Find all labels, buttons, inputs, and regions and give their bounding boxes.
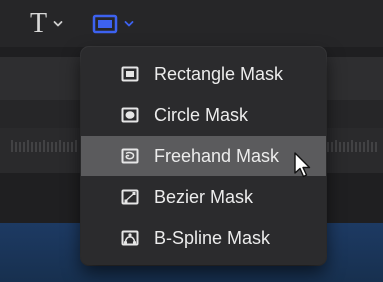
text-tool-button[interactable]: T [30, 10, 63, 38]
chevron-down-icon [124, 21, 134, 27]
menu-item-bezier-mask[interactable]: Bezier Mask [81, 177, 326, 217]
menu-item-freehand-mask[interactable]: Freehand Mask [81, 136, 326, 176]
freehand-mask-icon [121, 148, 139, 164]
toolbar: T [0, 0, 383, 47]
mask-tool-button[interactable] [92, 10, 134, 38]
mask-dropdown-menu: Rectangle Mask Circle Mask Freehand Mask… [81, 47, 326, 265]
chevron-down-icon [53, 21, 63, 27]
menu-item-label: Bezier Mask [154, 187, 254, 207]
menu-item-label: Freehand Mask [154, 146, 280, 166]
menu-item-label: Rectangle Mask [154, 64, 284, 84]
menu-item-rectangle-mask[interactable]: Rectangle Mask [81, 54, 326, 94]
rectangle-mask-tool-icon [92, 14, 118, 34]
menu-item-bspline-mask[interactable]: B-Spline Mask [81, 218, 326, 258]
bezier-mask-icon [121, 189, 139, 205]
ruler-ticks [11, 140, 77, 152]
circle-mask-icon [121, 107, 139, 123]
bspline-mask-icon [121, 230, 139, 246]
menu-item-circle-mask[interactable]: Circle Mask [81, 95, 326, 135]
mouse-cursor-icon [294, 152, 311, 178]
rectangle-mask-icon [121, 66, 139, 82]
menu-item-label: B-Spline Mask [154, 228, 271, 248]
text-tool-icon: T [30, 8, 48, 39]
ruler-ticks [319, 140, 377, 152]
menu-item-label: Circle Mask [154, 105, 249, 125]
